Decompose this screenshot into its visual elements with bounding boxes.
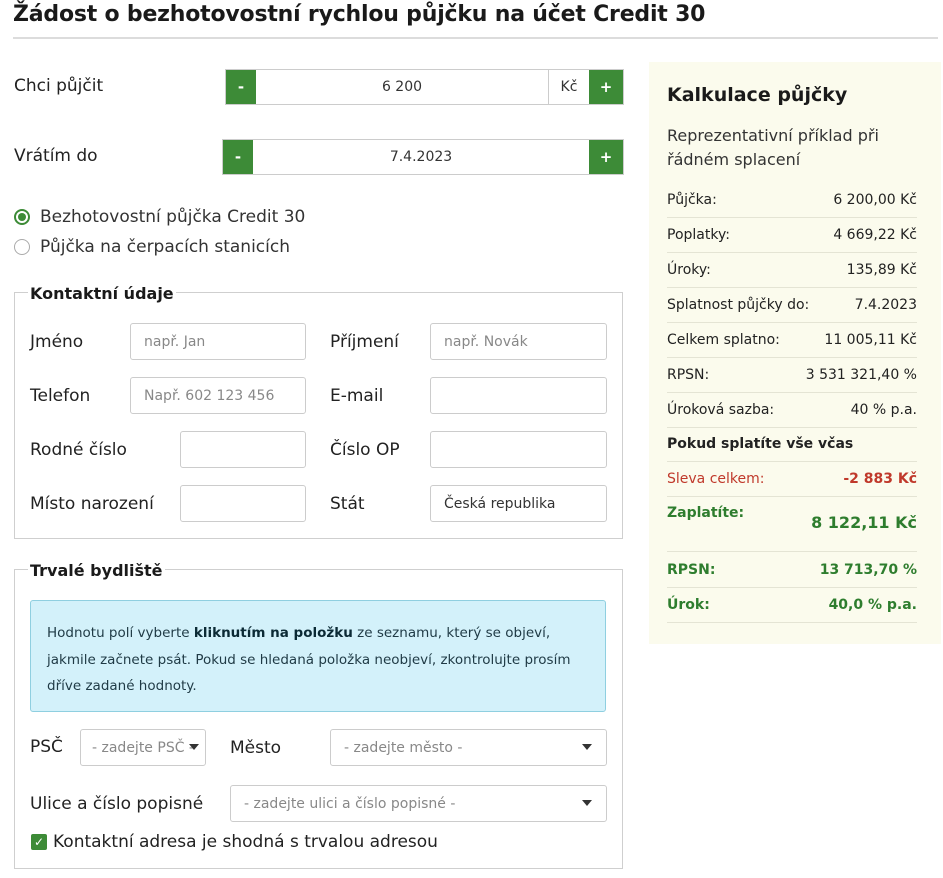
info-text-pre: Hodnotu polí vyberte — [47, 625, 194, 641]
calculation-title: Kalkulace půjčky — [667, 84, 848, 106]
street-placeholder: - zadejte ulici a číslo popisné - — [244, 795, 456, 812]
on-time-heading-text: Pokud splatíte vše včas — [667, 436, 854, 452]
radio-selected-icon[interactable] — [14, 209, 30, 225]
street-label: Ulice a číslo popisné — [30, 794, 204, 814]
country-input[interactable]: Česká republika — [430, 485, 607, 522]
city-placeholder: - zadejte město - — [344, 739, 463, 756]
calc-row-value: 3 531 321,40 % — [805, 367, 917, 383]
birth-number-input[interactable] — [180, 431, 306, 468]
final-interest-value: 40,0 % p.a. — [828, 597, 917, 613]
calc-row-value: 4 669,22 Kč — [833, 227, 917, 243]
calc-row-interest: Úroky: 135,89 Kč — [667, 253, 917, 288]
repay-increase-button[interactable]: + — [589, 140, 623, 174]
repay-date-input[interactable]: 7.4.2023 — [253, 140, 589, 174]
discount-value: -2 883 Kč — [843, 471, 917, 487]
calc-row-loan: Půjčka: 6 200,00 Kč — [667, 183, 917, 218]
phone-label: Telefon — [30, 386, 91, 406]
address-legend: Trvalé bydliště — [28, 561, 165, 580]
calc-row-value: 6 200,00 Kč — [833, 192, 917, 208]
calculation-subtitle: Reprezentativní příklad při řádném splac… — [667, 126, 879, 169]
repay-label: Vrátím do — [14, 146, 98, 166]
amount-input[interactable]: 6 200 — [256, 70, 548, 104]
address-info-alert: Hodnotu polí vyberte kliknutím na položk… — [30, 600, 606, 712]
psc-label: PSČ — [30, 737, 63, 757]
radio-cashless-label: Bezhotovostní půjčka Credit 30 — [40, 207, 306, 227]
birth-number-label: Rodné číslo — [30, 440, 127, 460]
calc-row-rate: Úroková sazba: 40 % p.a. — [667, 393, 917, 428]
calc-row-value: 11 005,11 Kč — [824, 332, 917, 348]
amount-label: Chci půjčit — [14, 76, 104, 96]
repay-decrease-button[interactable]: - — [223, 140, 253, 174]
calc-row-fees: Poplatky: 4 669,22 Kč — [667, 218, 917, 253]
calc-row-due-date: Splatnost půjčky do: 7.4.2023 — [667, 288, 917, 323]
email-input[interactable] — [430, 377, 607, 414]
same-address-checkbox[interactable]: ✓ Kontaktní adresa je shodná s trvalou a… — [31, 832, 438, 852]
birth-place-label: Místo narození — [30, 494, 154, 514]
calc-row-final-interest: Úrok: 40,0 % p.a. — [667, 588, 917, 623]
pay-value: 8 122,11 Kč — [811, 513, 917, 532]
id-card-input[interactable] — [430, 431, 607, 468]
final-rpsn-label: RPSN: — [667, 562, 716, 578]
street-chevron-down-icon — [582, 800, 592, 806]
calc-row-value: 7.4.2023 — [854, 297, 917, 313]
final-rpsn-value: 13 713,70 % — [819, 562, 917, 578]
radio-cashless-loan[interactable]: Bezhotovostní půjčka Credit 30 — [14, 207, 305, 227]
final-interest-label: Úrok: — [667, 597, 710, 613]
email-label: E-mail — [330, 386, 384, 406]
repay-stepper: - 7.4.2023 + — [222, 139, 624, 175]
calc-row-final-rpsn: RPSN: 13 713,70 % — [667, 553, 917, 588]
city-chevron-down-icon — [582, 744, 592, 750]
radio-unselected-icon[interactable] — [14, 239, 30, 255]
calc-row-label: RPSN: — [667, 367, 710, 383]
pay-label: Zaplatíte: — [667, 505, 745, 521]
first-name-input[interactable]: např. Jan — [130, 323, 306, 360]
amount-decrease-button[interactable]: - — [226, 70, 256, 104]
street-select[interactable]: - zadejte ulici a číslo popisné - — [230, 785, 607, 822]
id-card-label: Číslo OP — [330, 440, 400, 460]
calc-row-total: Celkem splatno: 11 005,11 Kč — [667, 323, 917, 358]
calc-row-discount: Sleva celkem: -2 883 Kč — [667, 462, 917, 497]
phone-input[interactable]: Např. 602 123 456 — [130, 377, 306, 414]
discount-label: Sleva celkem: — [667, 471, 765, 487]
calc-row-label: Úroková sazba: — [667, 402, 775, 418]
psc-placeholder: - zadejte PSČ - — [92, 739, 194, 756]
radio-gas-station-label: Půjčka na čerpacích stanicích — [40, 237, 290, 257]
psc-chevron-down-icon — [189, 744, 199, 750]
calc-row-label: Půjčka: — [667, 192, 717, 208]
amount-unit: Kč — [548, 70, 589, 104]
radio-gas-station-loan[interactable]: Půjčka na čerpacích stanicích — [14, 237, 290, 257]
psc-select[interactable]: - zadejte PSČ - — [80, 729, 206, 766]
last-name-input[interactable]: např. Novák — [430, 323, 607, 360]
checkmark-icon[interactable]: ✓ — [31, 834, 47, 850]
calc-row-pay: Zaplatíte: 8 122,11 Kč — [667, 497, 917, 552]
amount-increase-button[interactable]: + — [589, 70, 623, 104]
calc-row-value: 135,89 Kč — [846, 262, 917, 278]
calc-row-label: Poplatky: — [667, 227, 730, 243]
calc-on-time-heading: Pokud splatíte vše včas — [667, 427, 917, 462]
city-label: Město — [230, 738, 282, 758]
page-title: Žádost o bezhotovostní rychlou půjčku na… — [13, 2, 938, 39]
calc-row-value: 40 % p.a. — [850, 402, 917, 418]
calculation-panel: Kalkulace půjčky Reprezentativní příklad… — [649, 62, 941, 644]
birth-place-input[interactable] — [180, 485, 306, 522]
calc-row-label: Úroky: — [667, 262, 711, 278]
calc-row-rpsn: RPSN: 3 531 321,40 % — [667, 358, 917, 393]
same-address-label: Kontaktní adresa je shodná s trvalou adr… — [53, 832, 438, 852]
country-label: Stát — [330, 494, 365, 514]
info-text-bold: kliknutím na položku — [193, 625, 353, 641]
first-name-label: Jméno — [30, 332, 84, 352]
city-select[interactable]: - zadejte město - — [330, 729, 607, 766]
calc-row-label: Celkem splatno: — [667, 332, 780, 348]
calc-row-label: Splatnost půjčky do: — [667, 297, 810, 313]
amount-stepper: - 6 200 Kč + — [225, 69, 624, 105]
last-name-label: Příjmení — [330, 332, 399, 352]
contact-legend: Kontaktní údaje — [28, 284, 176, 303]
